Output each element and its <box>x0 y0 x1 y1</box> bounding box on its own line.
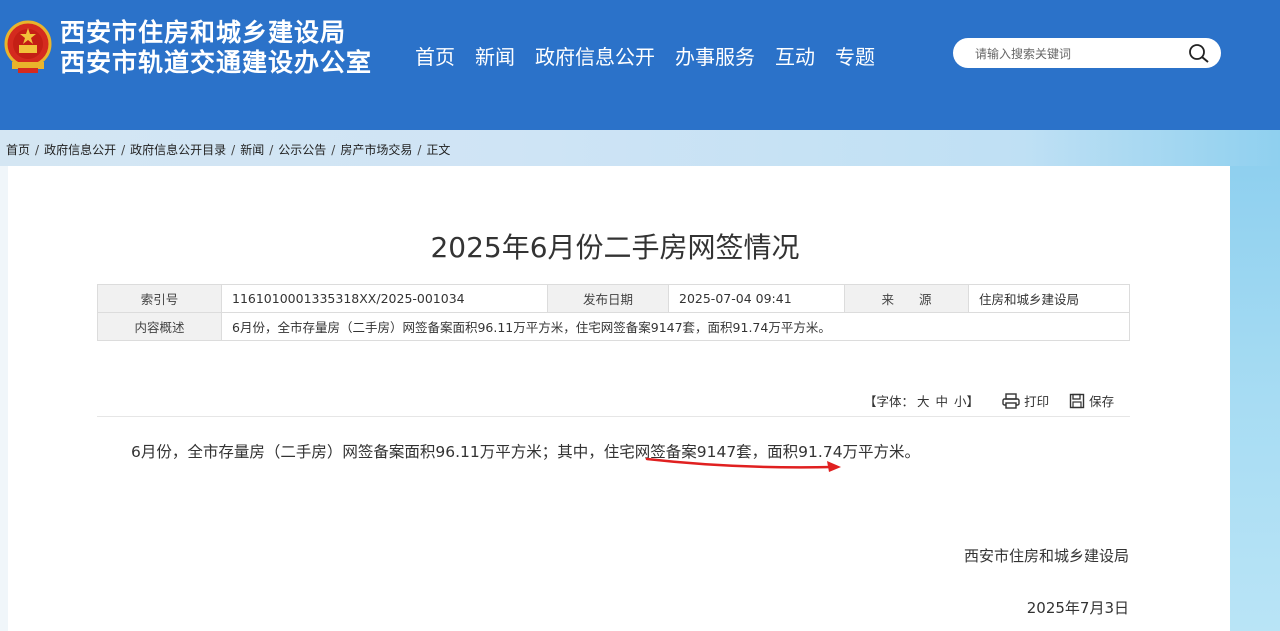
article-tools: 【字体： 大 中 小】 打印 保存 <box>864 391 1114 410</box>
search-box <box>953 38 1221 68</box>
nav-item-interaction[interactable]: 互动 <box>775 42 815 72</box>
breadcrumb-band: 首页 / 政府信息公开 / 政府信息公开目录 / 新闻 / 公示公告 / 房产市场交易 / … <box>0 130 1280 166</box>
print-button[interactable]: 打印 <box>1002 391 1049 410</box>
font-size-small[interactable]: 小】 <box>954 391 979 410</box>
national-emblem-icon <box>4 20 52 73</box>
breadcrumb-gov-info[interactable]: 政府信息公开 <box>44 141 116 158</box>
source-value: 住房和城乡建设局 <box>968 284 1130 313</box>
site-title[interactable]: 西安市住房和城乡建设局 西安市轨道交通建设办公室 <box>60 18 372 78</box>
article-date: 2025年7月3日 <box>1026 599 1129 617</box>
breadcrumb-separator: / <box>331 142 336 157</box>
summary-label: 内容概述 <box>97 312 222 341</box>
font-size-label: 【字体： <box>864 394 915 409</box>
search-icon[interactable] <box>1187 42 1211 64</box>
table-row: 索引号 1161010001335318XX/2025-001034 发布日期 … <box>97 284 1130 313</box>
page-bg-right <box>1230 166 1280 631</box>
index-value: 1161010001335318XX/2025-001034 <box>221 284 548 313</box>
summary-value: 6月份，全市存量房（二手房）网签备案面积96.11万平方米，住宅网签备案9147… <box>221 312 1130 341</box>
breadcrumb-separator: / <box>417 142 422 157</box>
site-header: 西安市住房和城乡建设局 西安市轨道交通建设办公室 首页 新闻 政府信息公开 办事… <box>0 0 1280 130</box>
site-title-line1: 西安市住房和城乡建设局 <box>60 18 347 47</box>
site-title-line2: 西安市轨道交通建设办公室 <box>60 48 373 77</box>
save-button[interactable]: 保存 <box>1069 391 1114 410</box>
font-size-medium[interactable]: 中 <box>936 391 949 410</box>
breadcrumb-separator: / <box>269 142 274 157</box>
breadcrumb-housing-market[interactable]: 房产市场交易 <box>340 141 412 158</box>
article-title: 2025年6月份二手房网签情况 <box>430 231 800 264</box>
article-signature: 西安市住房和城乡建设局 <box>963 547 1129 565</box>
breadcrumb-current: 正文 <box>426 143 451 157</box>
date-value: 2025-07-04 09:41 <box>668 284 845 313</box>
breadcrumb: 首页 / 政府信息公开 / 政府信息公开目录 / 新闻 / 公示公告 / 房产市场交易 / … <box>6 141 450 158</box>
search-input[interactable] <box>973 44 1167 64</box>
nav-item-services[interactable]: 办事服务 <box>675 42 755 72</box>
printer-icon <box>1002 392 1020 409</box>
annotation-arrow-icon <box>645 457 841 472</box>
table-row: 内容概述 6月份，全市存量房（二手房）网签备案面积96.11万平方米，住宅网签备… <box>97 312 1130 341</box>
breadcrumb-announcements[interactable]: 公示公告 <box>278 141 326 158</box>
divider <box>97 416 1130 417</box>
breadcrumb-home[interactable]: 首页 <box>6 141 30 158</box>
source-label: 来 源 <box>844 284 969 313</box>
save-label: 保存 <box>1089 394 1115 409</box>
index-label: 索引号 <box>97 284 222 313</box>
nav-item-home[interactable]: 首页 <box>415 42 455 72</box>
breadcrumb-gov-info-catalog[interactable]: 政府信息公开目录 <box>130 141 226 158</box>
print-label: 打印 <box>1024 394 1050 409</box>
breadcrumb-separator: / <box>35 142 40 157</box>
breadcrumb-separator: / <box>121 142 126 157</box>
breadcrumb-separator: / <box>231 142 236 157</box>
breadcrumb-news[interactable]: 新闻 <box>240 141 264 158</box>
font-size-large[interactable]: 大 <box>917 391 930 410</box>
date-label: 发布日期 <box>547 284 669 313</box>
save-icon <box>1069 393 1085 408</box>
nav-item-gov-info[interactable]: 政府信息公开 <box>535 42 655 72</box>
main-nav: 首页 新闻 政府信息公开 办事服务 互动 专题 <box>415 42 895 72</box>
nav-item-news[interactable]: 新闻 <box>475 42 515 72</box>
article-meta-table: 索引号 1161010001335318XX/2025-001034 发布日期 … <box>97 284 1130 341</box>
nav-item-topics[interactable]: 专题 <box>835 42 875 72</box>
